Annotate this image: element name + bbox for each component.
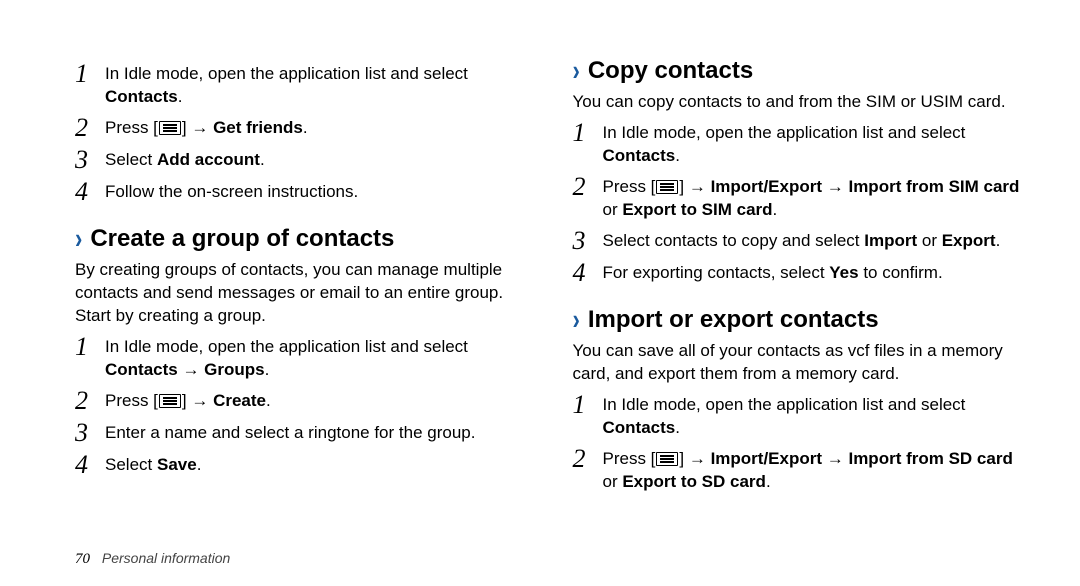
- step-text: Select Save.: [105, 452, 523, 477]
- step-number: 4: [75, 179, 101, 205]
- right-column: › Copy contacts You can copy contacts to…: [573, 55, 1021, 535]
- bold-text: Import: [864, 231, 917, 250]
- step-text: Enter a name and select a ringtone for t…: [105, 420, 523, 445]
- intro-copy-contacts: You can copy contacts to and from the SI…: [573, 91, 1021, 114]
- step: 2Press [] → Get friends.: [75, 115, 523, 141]
- bold-text: Get friends: [213, 118, 303, 137]
- step-text: Press [] → Import/Export → Import from S…: [603, 446, 1021, 494]
- steps-block-3: 1In Idle mode, open the application list…: [573, 120, 1021, 286]
- footer-section: Personal information: [102, 550, 230, 566]
- intro-import-export: You can save all of your contacts as vcf…: [573, 340, 1021, 386]
- bold-text: Export: [942, 231, 996, 250]
- heading-copy-contacts: › Copy contacts: [573, 55, 1021, 87]
- heading-create-group: › Create a group of contacts: [75, 223, 523, 255]
- step: 4Select Save.: [75, 452, 523, 478]
- step: 2Press [] → Import/Export → Import from …: [573, 174, 1021, 222]
- step-text: In Idle mode, open the application list …: [603, 392, 1021, 440]
- bold-text: Save: [157, 455, 197, 474]
- steps-block-4: 1In Idle mode, open the application list…: [573, 392, 1021, 494]
- page-columns: 1In Idle mode, open the application list…: [75, 55, 1020, 535]
- left-column: 1In Idle mode, open the application list…: [75, 55, 523, 535]
- step-number: 3: [75, 420, 101, 446]
- step-number: 2: [573, 174, 599, 200]
- step: 3Select contacts to copy and select Impo…: [573, 228, 1021, 254]
- step-number: 2: [573, 446, 599, 472]
- step-number: 2: [75, 115, 101, 141]
- step-text: Press [] → Create.: [105, 388, 523, 413]
- step-number: 1: [573, 392, 599, 418]
- step-text: Press [] → Get friends.: [105, 115, 523, 140]
- step: 4Follow the on-screen instructions.: [75, 179, 523, 205]
- step: 1In Idle mode, open the application list…: [573, 120, 1021, 168]
- step-number: 4: [573, 260, 599, 286]
- steps-block-2: 1In Idle mode, open the application list…: [75, 334, 523, 478]
- step: 2Press [] → Import/Export → Import from …: [573, 446, 1021, 494]
- step-text: Select Add account.: [105, 147, 523, 172]
- step: 3Enter a name and select a ringtone for …: [75, 420, 523, 446]
- chevron-icon: ›: [573, 301, 580, 340]
- step-text: Press [] → Import/Export → Import from S…: [603, 174, 1021, 222]
- step-number: 1: [75, 334, 101, 360]
- menu-icon: [159, 394, 181, 408]
- step-text: Select contacts to copy and select Impor…: [603, 228, 1021, 253]
- step-text: In Idle mode, open the application list …: [105, 334, 523, 382]
- bold-text: Import/Export → Import from SD card: [711, 449, 1013, 468]
- step-number: 4: [75, 452, 101, 478]
- bold-text: Export to SD card: [622, 472, 766, 491]
- step-text: For exporting contacts, select Yes to co…: [603, 260, 1021, 285]
- heading-text: Create a group of contacts: [90, 223, 394, 255]
- step: 4For exporting contacts, select Yes to c…: [573, 260, 1021, 286]
- bold-text: Yes: [829, 263, 858, 282]
- menu-icon: [159, 121, 181, 135]
- bold-text: Create: [213, 391, 266, 410]
- chevron-icon: ›: [573, 52, 580, 91]
- bold-text: Contacts → Groups: [105, 360, 265, 379]
- bold-text: Contacts: [603, 146, 676, 165]
- bold-text: Contacts: [603, 418, 676, 437]
- page-footer: 70 Personal information: [75, 550, 230, 568]
- step: 3Select Add account.: [75, 147, 523, 173]
- step-number: 3: [75, 147, 101, 173]
- bold-text: Import/Export → Import from SIM card: [711, 177, 1020, 196]
- heading-text: Import or export contacts: [588, 304, 879, 336]
- step-number: 3: [573, 228, 599, 254]
- step-number: 1: [75, 61, 101, 87]
- heading-import-export: › Import or export contacts: [573, 304, 1021, 336]
- step-number: 2: [75, 388, 101, 414]
- step: 2Press [] → Create.: [75, 388, 523, 414]
- step-text: Follow the on-screen instructions.: [105, 179, 523, 204]
- step-number: 1: [573, 120, 599, 146]
- intro-create-group: By creating groups of contacts, you can …: [75, 259, 523, 328]
- page-number: 70: [75, 551, 90, 567]
- bold-text: Contacts: [105, 87, 178, 106]
- step: 1In Idle mode, open the application list…: [75, 334, 523, 382]
- heading-text: Copy contacts: [588, 55, 753, 87]
- step: 1In Idle mode, open the application list…: [75, 61, 523, 109]
- steps-block-1: 1In Idle mode, open the application list…: [75, 61, 523, 205]
- step: 1In Idle mode, open the application list…: [573, 392, 1021, 440]
- chevron-icon: ›: [75, 220, 82, 259]
- step-text: In Idle mode, open the application list …: [603, 120, 1021, 168]
- menu-icon: [656, 180, 678, 194]
- bold-text: Export to SIM card: [622, 200, 772, 219]
- menu-icon: [656, 452, 678, 466]
- step-text: In Idle mode, open the application list …: [105, 61, 523, 109]
- bold-text: Add account: [157, 150, 260, 169]
